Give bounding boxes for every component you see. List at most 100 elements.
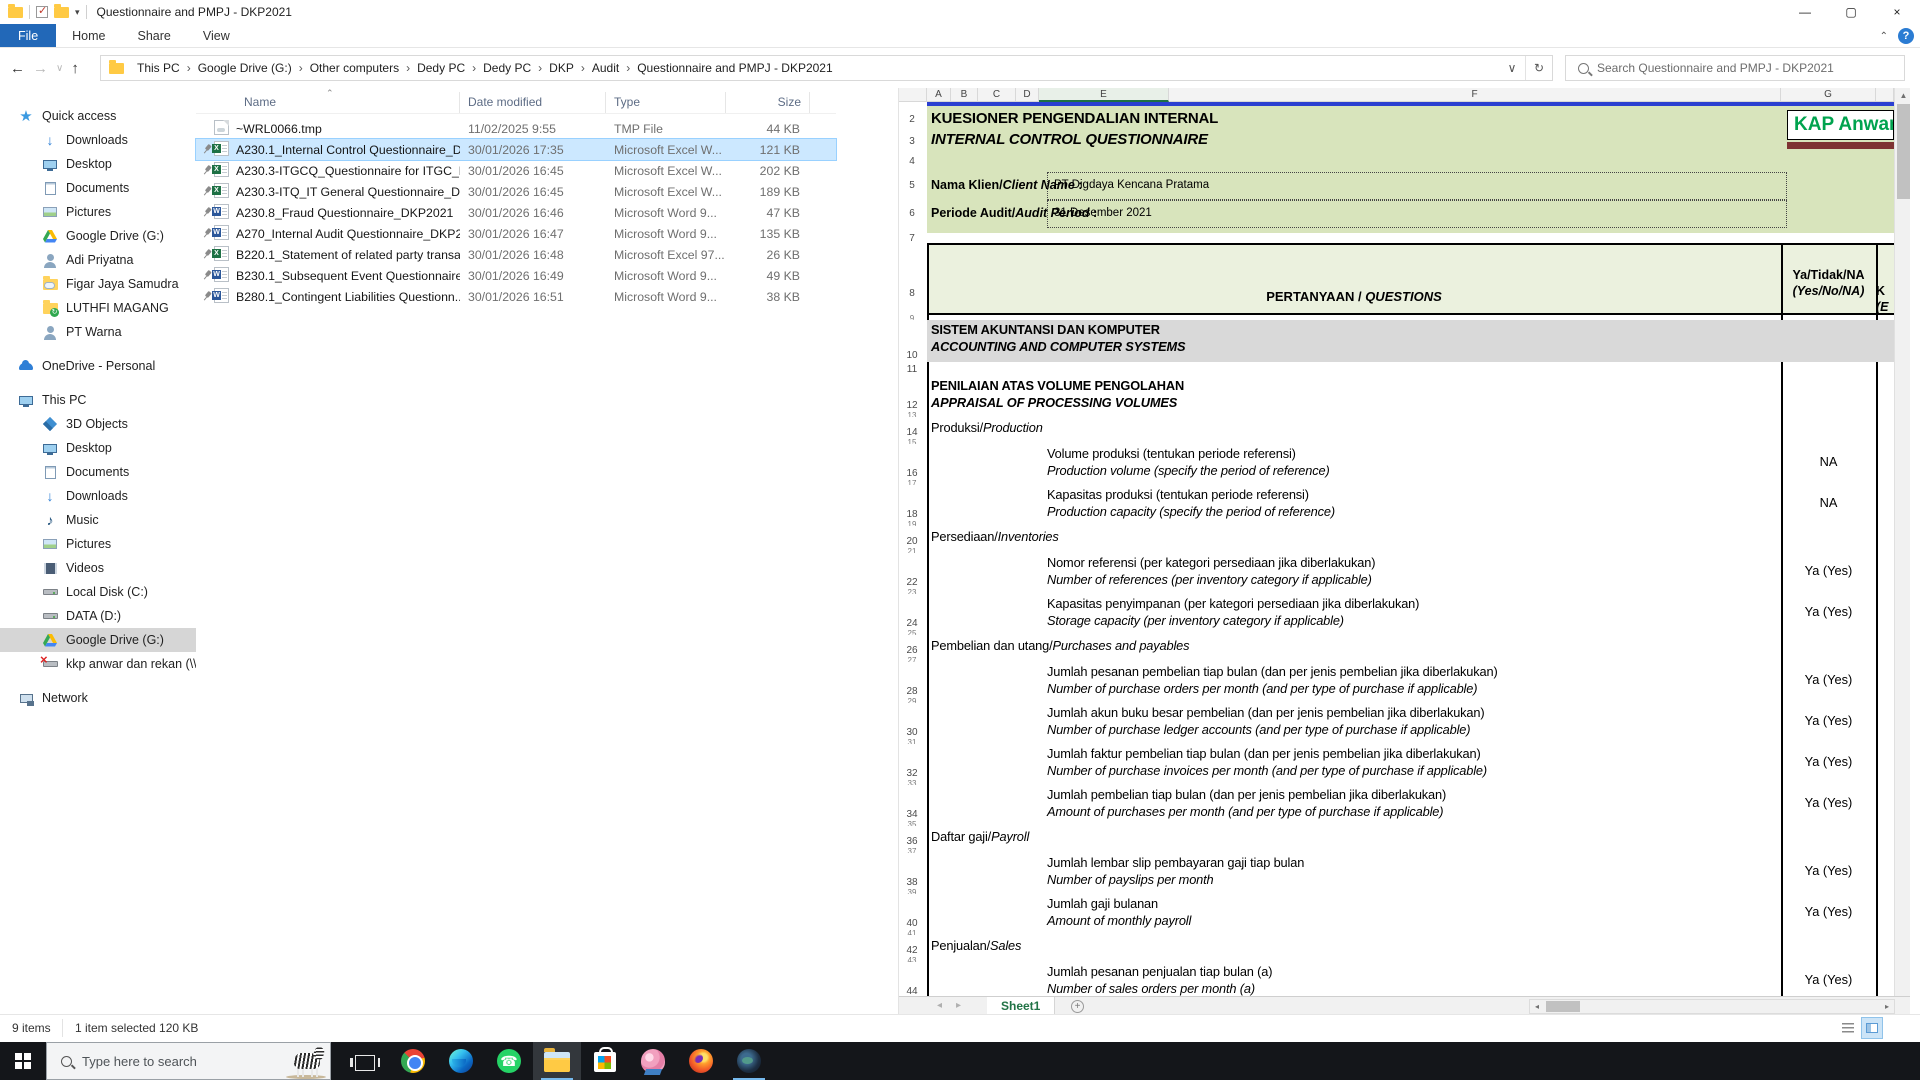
help-icon[interactable]: ? <box>1898 28 1914 44</box>
sidebar-item-quick-access[interactable]: ★Quick access <box>0 104 196 128</box>
scroll-right-icon[interactable]: ▸ <box>1880 1000 1894 1013</box>
sidebar-item-network[interactable]: Network <box>0 686 196 710</box>
sidebar-item-desktop[interactable]: Desktop <box>0 436 196 460</box>
scroll-left-icon[interactable]: ◂ <box>1530 1000 1544 1013</box>
sidebar-item-this-pc[interactable]: This PC <box>0 388 196 412</box>
breadcrumb-item-this-pc[interactable]: This PC <box>130 61 187 75</box>
start-button[interactable] <box>0 1042 46 1080</box>
address-bar[interactable]: This PC›Google Drive (G:)›Other computer… <box>100 55 1553 81</box>
sidebar-item-pictures[interactable]: Pictures <box>0 532 196 556</box>
vertical-scrollbar[interactable]: ▲ <box>1894 88 1910 996</box>
address-dropdown-icon[interactable]: ∨ <box>1499 61 1525 75</box>
breadcrumb-item-other-computers[interactable]: Other computers <box>303 61 406 75</box>
scroll-up-icon[interactable]: ▲ <box>1895 88 1910 103</box>
column-header-size[interactable]: Size <box>726 92 810 113</box>
breadcrumb-item-dedy-pc[interactable]: Dedy PC <box>476 61 538 75</box>
file-row-b230-1-subsequent-event-questionnaire[interactable]: B230.1_Subsequent Event Questionnaire_..… <box>196 265 836 286</box>
sidebar-item-documents[interactable]: Documents <box>0 176 196 200</box>
back-button[interactable]: ← <box>10 60 25 77</box>
maximize-button[interactable]: ▢ <box>1828 0 1874 24</box>
file-row-a270-internal-audit-questionnaire-dkp2[interactable]: A270_Internal Audit Questionnaire_DKP2..… <box>196 223 836 244</box>
breadcrumb-item-dedy-pc[interactable]: Dedy PC <box>410 61 472 75</box>
qat-dropdown-icon[interactable]: ▾ <box>75 7 80 18</box>
file-row-b280-1-contingent-liabilities-questionn[interactable]: B280.1_Contingent Liabilities Questionn.… <box>196 286 836 307</box>
refresh-icon[interactable]: ↻ <box>1526 61 1552 75</box>
file-row-a230-8-fraud-questionnaire-dkp2021[interactable]: A230.8_Fraud Questionnaire_DKP202130/01/… <box>196 202 836 223</box>
sidebar-item-figar-jaya-samudra[interactable]: Figar Jaya Samudra <box>0 272 196 296</box>
up-button[interactable]: ↑ <box>71 60 79 77</box>
forward-button[interactable]: → <box>33 60 48 77</box>
excel-column-f[interactable]: F <box>1169 88 1781 102</box>
hscrollbar-thumb[interactable] <box>1546 1001 1580 1012</box>
properties-icon[interactable] <box>36 6 48 18</box>
excel-column-d[interactable]: D <box>1016 88 1039 102</box>
excel-column-a[interactable]: A <box>927 88 951 102</box>
recent-locations-icon[interactable]: ∨ <box>56 63 63 74</box>
breadcrumb-item-dkp[interactable]: DKP <box>542 61 581 75</box>
sidebar-item-luthfi-magang[interactable]: LUTHFI MAGANG <box>0 296 196 320</box>
file-explorer-icon <box>544 1052 570 1072</box>
add-sheet-icon[interactable]: + <box>1071 1000 1084 1013</box>
excel-corner[interactable] <box>1876 88 1894 102</box>
chrome-taskbar-button[interactable] <box>389 1042 437 1080</box>
horizontal-scrollbar[interactable]: ◂ ▸ <box>1529 999 1895 1014</box>
column-header-name[interactable]: Name ⌃ <box>196 92 460 113</box>
large-icons-view-button[interactable] <box>1862 1018 1882 1038</box>
sidebar-item-google-drive-g[interactable]: Google Drive (G:) <box>0 224 196 248</box>
firefox-taskbar-button[interactable] <box>677 1042 725 1080</box>
new-folder-icon[interactable] <box>54 7 69 18</box>
search-box[interactable]: Search Questionnaire and PMPJ - DKP2021 <box>1565 55 1905 81</box>
globe-app-taskbar-button[interactable] <box>725 1042 773 1080</box>
minimize-ribbon-icon[interactable]: ⌃ <box>1880 31 1888 42</box>
sidebar-item-downloads[interactable]: ↓Downloads <box>0 128 196 152</box>
task-view-taskbar-button[interactable] <box>341 1042 389 1080</box>
microsoft-store-taskbar-button[interactable] <box>581 1042 629 1080</box>
sidebar-item-3d-objects[interactable]: 3D Objects <box>0 412 196 436</box>
scrollbar-thumb[interactable] <box>1897 104 1910 199</box>
tab-file[interactable]: File <box>0 24 56 47</box>
sidebar-item-videos[interactable]: Videos <box>0 556 196 580</box>
tab-share[interactable]: Share <box>122 24 187 47</box>
tab-view[interactable]: View <box>187 24 246 47</box>
column-header-type[interactable]: Type <box>606 92 726 113</box>
sidebar-item-google-drive-g[interactable]: Google Drive (G:) <box>0 628 196 652</box>
sidebar-item-onedrive-personal[interactable]: OneDrive - Personal <box>0 354 196 378</box>
file-row-wrl0066-tmp[interactable]: ~WRL0066.tmp11/02/2025 9:55TMP File44 KB <box>196 118 836 139</box>
sidebar-item-downloads[interactable]: ↓Downloads <box>0 484 196 508</box>
sheet-nav-arrows[interactable]: ◂▸ <box>937 1000 975 1011</box>
excel-corner[interactable] <box>899 88 927 102</box>
details-view-button[interactable] <box>1838 1018 1858 1038</box>
file-row-b220-1-statement-of-related-party-transac[interactable]: B220.1_Statement of related party transa… <box>196 244 836 265</box>
zebra-image[interactable] <box>282 1043 328 1079</box>
minimize-button[interactable]: — <box>1782 0 1828 24</box>
word-file-icon <box>214 204 229 219</box>
sidebar-item-label: Figar Jaya Samudra <box>66 277 179 291</box>
sidebar-item-pt-warna[interactable]: PT Warna <box>0 320 196 344</box>
file-row-a230-1-internal-control-questionnaire-d[interactable]: A230.1_Internal Control Questionnaire_D.… <box>196 139 836 160</box>
sidebar-item-local-disk-c[interactable]: Local Disk (C:) <box>0 580 196 604</box>
file-row-a230-3-itgcq-questionnaire-for-itgc-dk[interactable]: A230.3-ITGCQ_Questionnaire for ITGC_DK..… <box>196 160 836 181</box>
sidebar-item-adi-priyatna[interactable]: Adi Priyatna <box>0 248 196 272</box>
excel-column-g[interactable]: G <box>1781 88 1876 102</box>
excel-column-c[interactable]: C <box>978 88 1016 102</box>
whatsapp-taskbar-button[interactable]: ☎ <box>485 1042 533 1080</box>
sidebar-item-documents[interactable]: Documents <box>0 460 196 484</box>
sidebar-item-data-d[interactable]: DATA (D:) <box>0 604 196 628</box>
sidebar-item-pictures[interactable]: Pictures <box>0 200 196 224</box>
sidebar-item-desktop[interactable]: Desktop <box>0 152 196 176</box>
column-header-date-modified[interactable]: Date modified <box>460 92 606 113</box>
sidebar-item-kkp-anwar-dan-rekan-1[interactable]: kkp anwar dan rekan (\\1 <box>0 652 196 676</box>
taskbar-search-box[interactable]: Type here to search <box>46 1042 331 1080</box>
breadcrumb-item-audit[interactable]: Audit <box>585 61 626 75</box>
file-explorer-taskbar-button[interactable] <box>533 1042 581 1080</box>
excel-column-b[interactable]: B <box>951 88 978 102</box>
edge-taskbar-button[interactable] <box>437 1042 485 1080</box>
file-row-a230-3-itq-it-general-questionnaire-dk[interactable]: A230.3-ITQ_IT General Questionnaire_DK..… <box>196 181 836 202</box>
breadcrumb-item-google-drive-g[interactable]: Google Drive (G:) <box>191 61 299 75</box>
brain-app-taskbar-button[interactable] <box>629 1042 677 1080</box>
sidebar-item-music[interactable]: ♪Music <box>0 508 196 532</box>
breadcrumb-item-questionnaire-and-pmpj-dkp2021[interactable]: Questionnaire and PMPJ - DKP2021 <box>630 61 839 75</box>
excel-column-e[interactable]: E <box>1039 88 1169 102</box>
close-button[interactable]: × <box>1874 0 1920 24</box>
tab-home[interactable]: Home <box>56 24 121 47</box>
